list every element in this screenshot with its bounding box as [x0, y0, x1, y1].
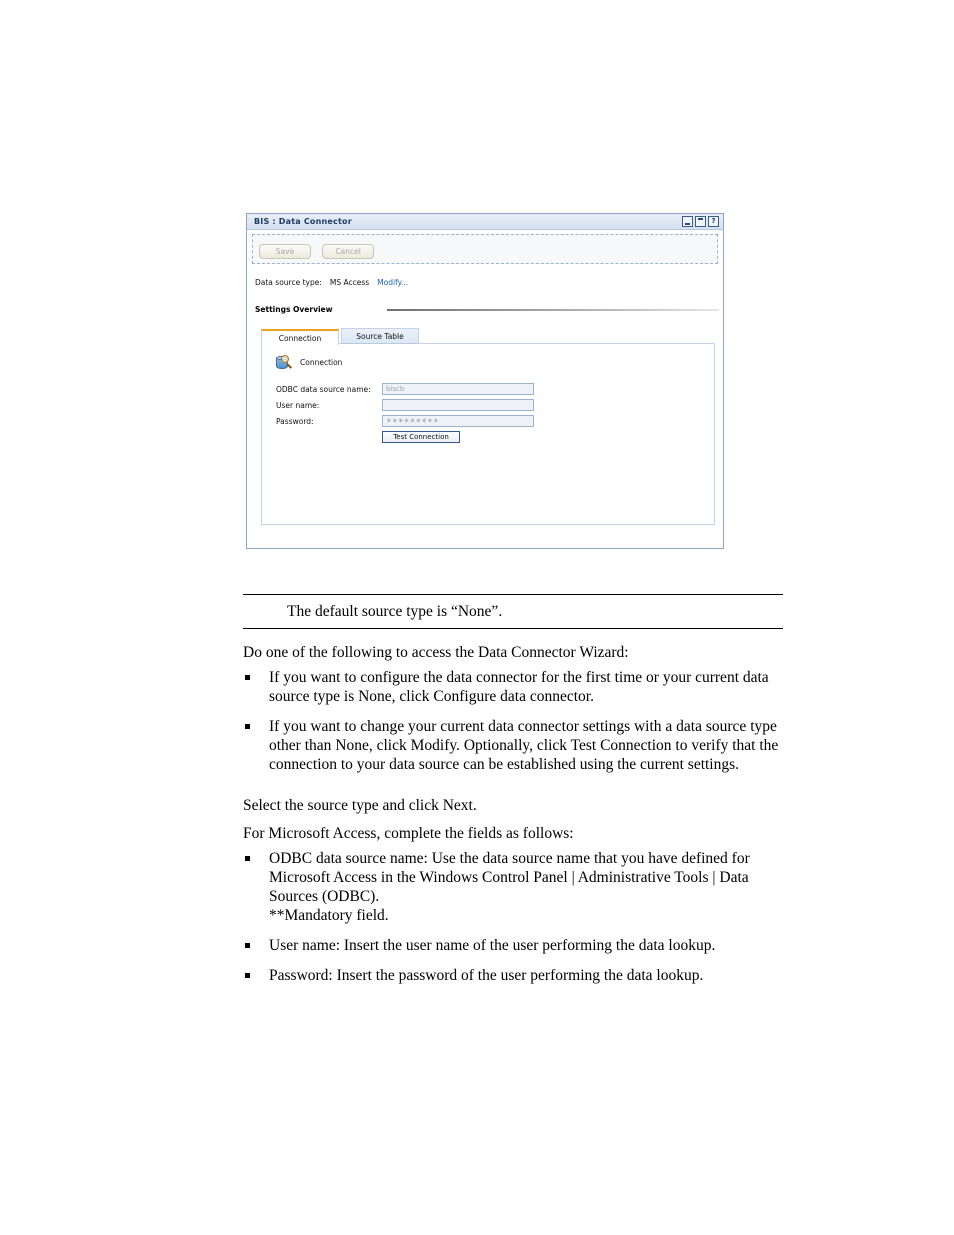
- select-paragraph: Select the source type and click Next.: [243, 797, 477, 814]
- data-source-type-row: Data source type: MS Access Modify...: [255, 278, 723, 287]
- minimize-icon[interactable]: [682, 216, 693, 227]
- connection-tab-panel: Connection ODBC data source name: biscb …: [261, 343, 715, 525]
- section-divider: [386, 308, 719, 311]
- intro-paragraph: Do one of the following to access the Da…: [243, 644, 629, 661]
- database-search-icon: [276, 354, 293, 371]
- tab-source-table[interactable]: Source Table: [341, 328, 419, 344]
- fields-paragraph: For Microsoft Access, complete the field…: [243, 825, 574, 842]
- maximize-icon[interactable]: [695, 216, 706, 227]
- modify-link[interactable]: Modify...: [377, 278, 408, 287]
- list-item: Password: Insert the password of the use…: [243, 966, 783, 985]
- username-field-label: User name:: [276, 400, 320, 410]
- password-field-label: Password:: [276, 416, 314, 426]
- window-titlebar: BIS : Data Connector ?: [247, 214, 723, 230]
- tab-bar: Connection Source Table: [261, 328, 723, 345]
- odbc-field-row: ODBC data source name: biscb: [276, 383, 714, 395]
- window-controls: ?: [682, 216, 719, 227]
- test-connection-row: Test Connection: [276, 431, 714, 443]
- window-toolbar: Save Cancel: [252, 234, 718, 264]
- data-source-type-label: Data source type:: [255, 278, 322, 287]
- test-connection-button[interactable]: Test Connection: [382, 431, 460, 443]
- connection-group-header: Connection: [276, 354, 714, 371]
- cancel-button[interactable]: Cancel: [322, 244, 375, 259]
- connection-group-title: Connection: [300, 358, 343, 367]
- password-input[interactable]: ✶✶✶✶✶✶✶✶✶: [382, 415, 534, 427]
- list-item: ODBC data source name: Use the data sour…: [243, 849, 783, 925]
- tab-connection[interactable]: Connection: [261, 329, 339, 345]
- username-field-row: User name:: [276, 399, 714, 411]
- user-name-input[interactable]: [382, 399, 534, 411]
- window-title: BIS : Data Connector: [254, 217, 352, 226]
- odbc-data-source-name-input[interactable]: biscb: [382, 383, 534, 395]
- data-connector-window: BIS : Data Connector ? Save Cancel Data …: [246, 213, 724, 549]
- field-bullet-list: ODBC data source name: Use the data sour…: [243, 849, 783, 996]
- note-text: The default source type is “None”.: [287, 603, 503, 620]
- help-icon[interactable]: ?: [708, 216, 719, 227]
- data-source-type-value: MS Access: [329, 278, 370, 287]
- list-item: User name: Insert the user name of the u…: [243, 936, 783, 955]
- settings-overview-title: Settings Overview: [255, 305, 333, 314]
- list-item: If you want to change your current data …: [243, 717, 783, 774]
- list-item: If you want to configure the data connec…: [243, 668, 783, 706]
- connection-form: ODBC data source name: biscb User name: …: [276, 383, 714, 443]
- settings-overview-header: Settings Overview: [255, 305, 723, 314]
- password-field-row: Password: ✶✶✶✶✶✶✶✶✶: [276, 415, 714, 427]
- save-button[interactable]: Save: [259, 244, 311, 259]
- odbc-field-label: ODBC data source name:: [276, 384, 371, 394]
- access-bullet-list: If you want to configure the data connec…: [243, 668, 783, 785]
- note-box: The default source type is “None”.: [243, 594, 783, 629]
